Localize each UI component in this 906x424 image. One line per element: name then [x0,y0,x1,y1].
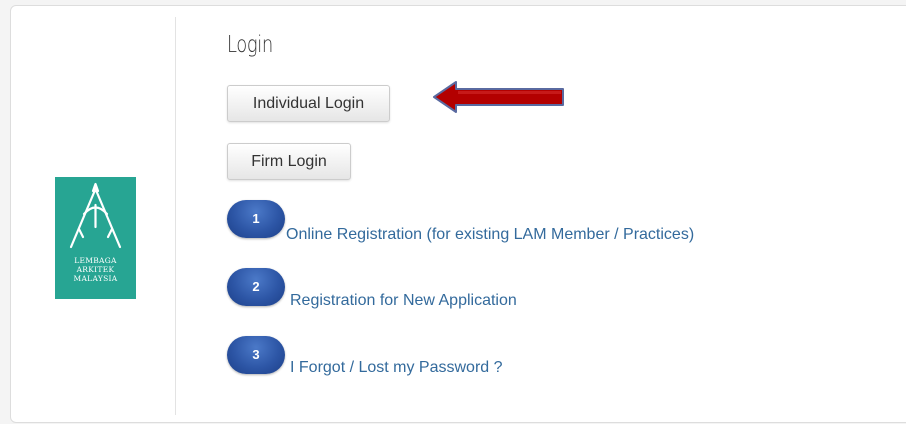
logo-text-line-3: MALAYSIA [73,274,118,283]
red-arrow-icon [433,81,564,113]
forgot-password-link[interactable]: I Forgot / Lost my Password ? [290,359,503,377]
vertical-divider [175,17,176,415]
step-1-badge[interactable]: 1 [227,200,285,238]
lam-logo: LEMBAGA ARKITEK MALAYSIA [55,177,136,299]
lam-emblem-icon [69,182,122,249]
logo-text-line-2: ARKITEK [76,265,115,274]
logo-text-line-1: LEMBAGA [74,256,117,265]
individual-login-button[interactable]: Individual Login [227,85,390,122]
online-registration-link[interactable]: Online Registration (for existing LAM Me… [286,226,694,244]
step-2-badge[interactable]: 2 [227,268,285,306]
page-title: Login [227,32,273,58]
step-3-badge[interactable]: 3 [227,336,285,374]
new-application-link[interactable]: Registration for New Application [290,292,517,310]
firm-login-button[interactable]: Firm Login [227,143,351,180]
